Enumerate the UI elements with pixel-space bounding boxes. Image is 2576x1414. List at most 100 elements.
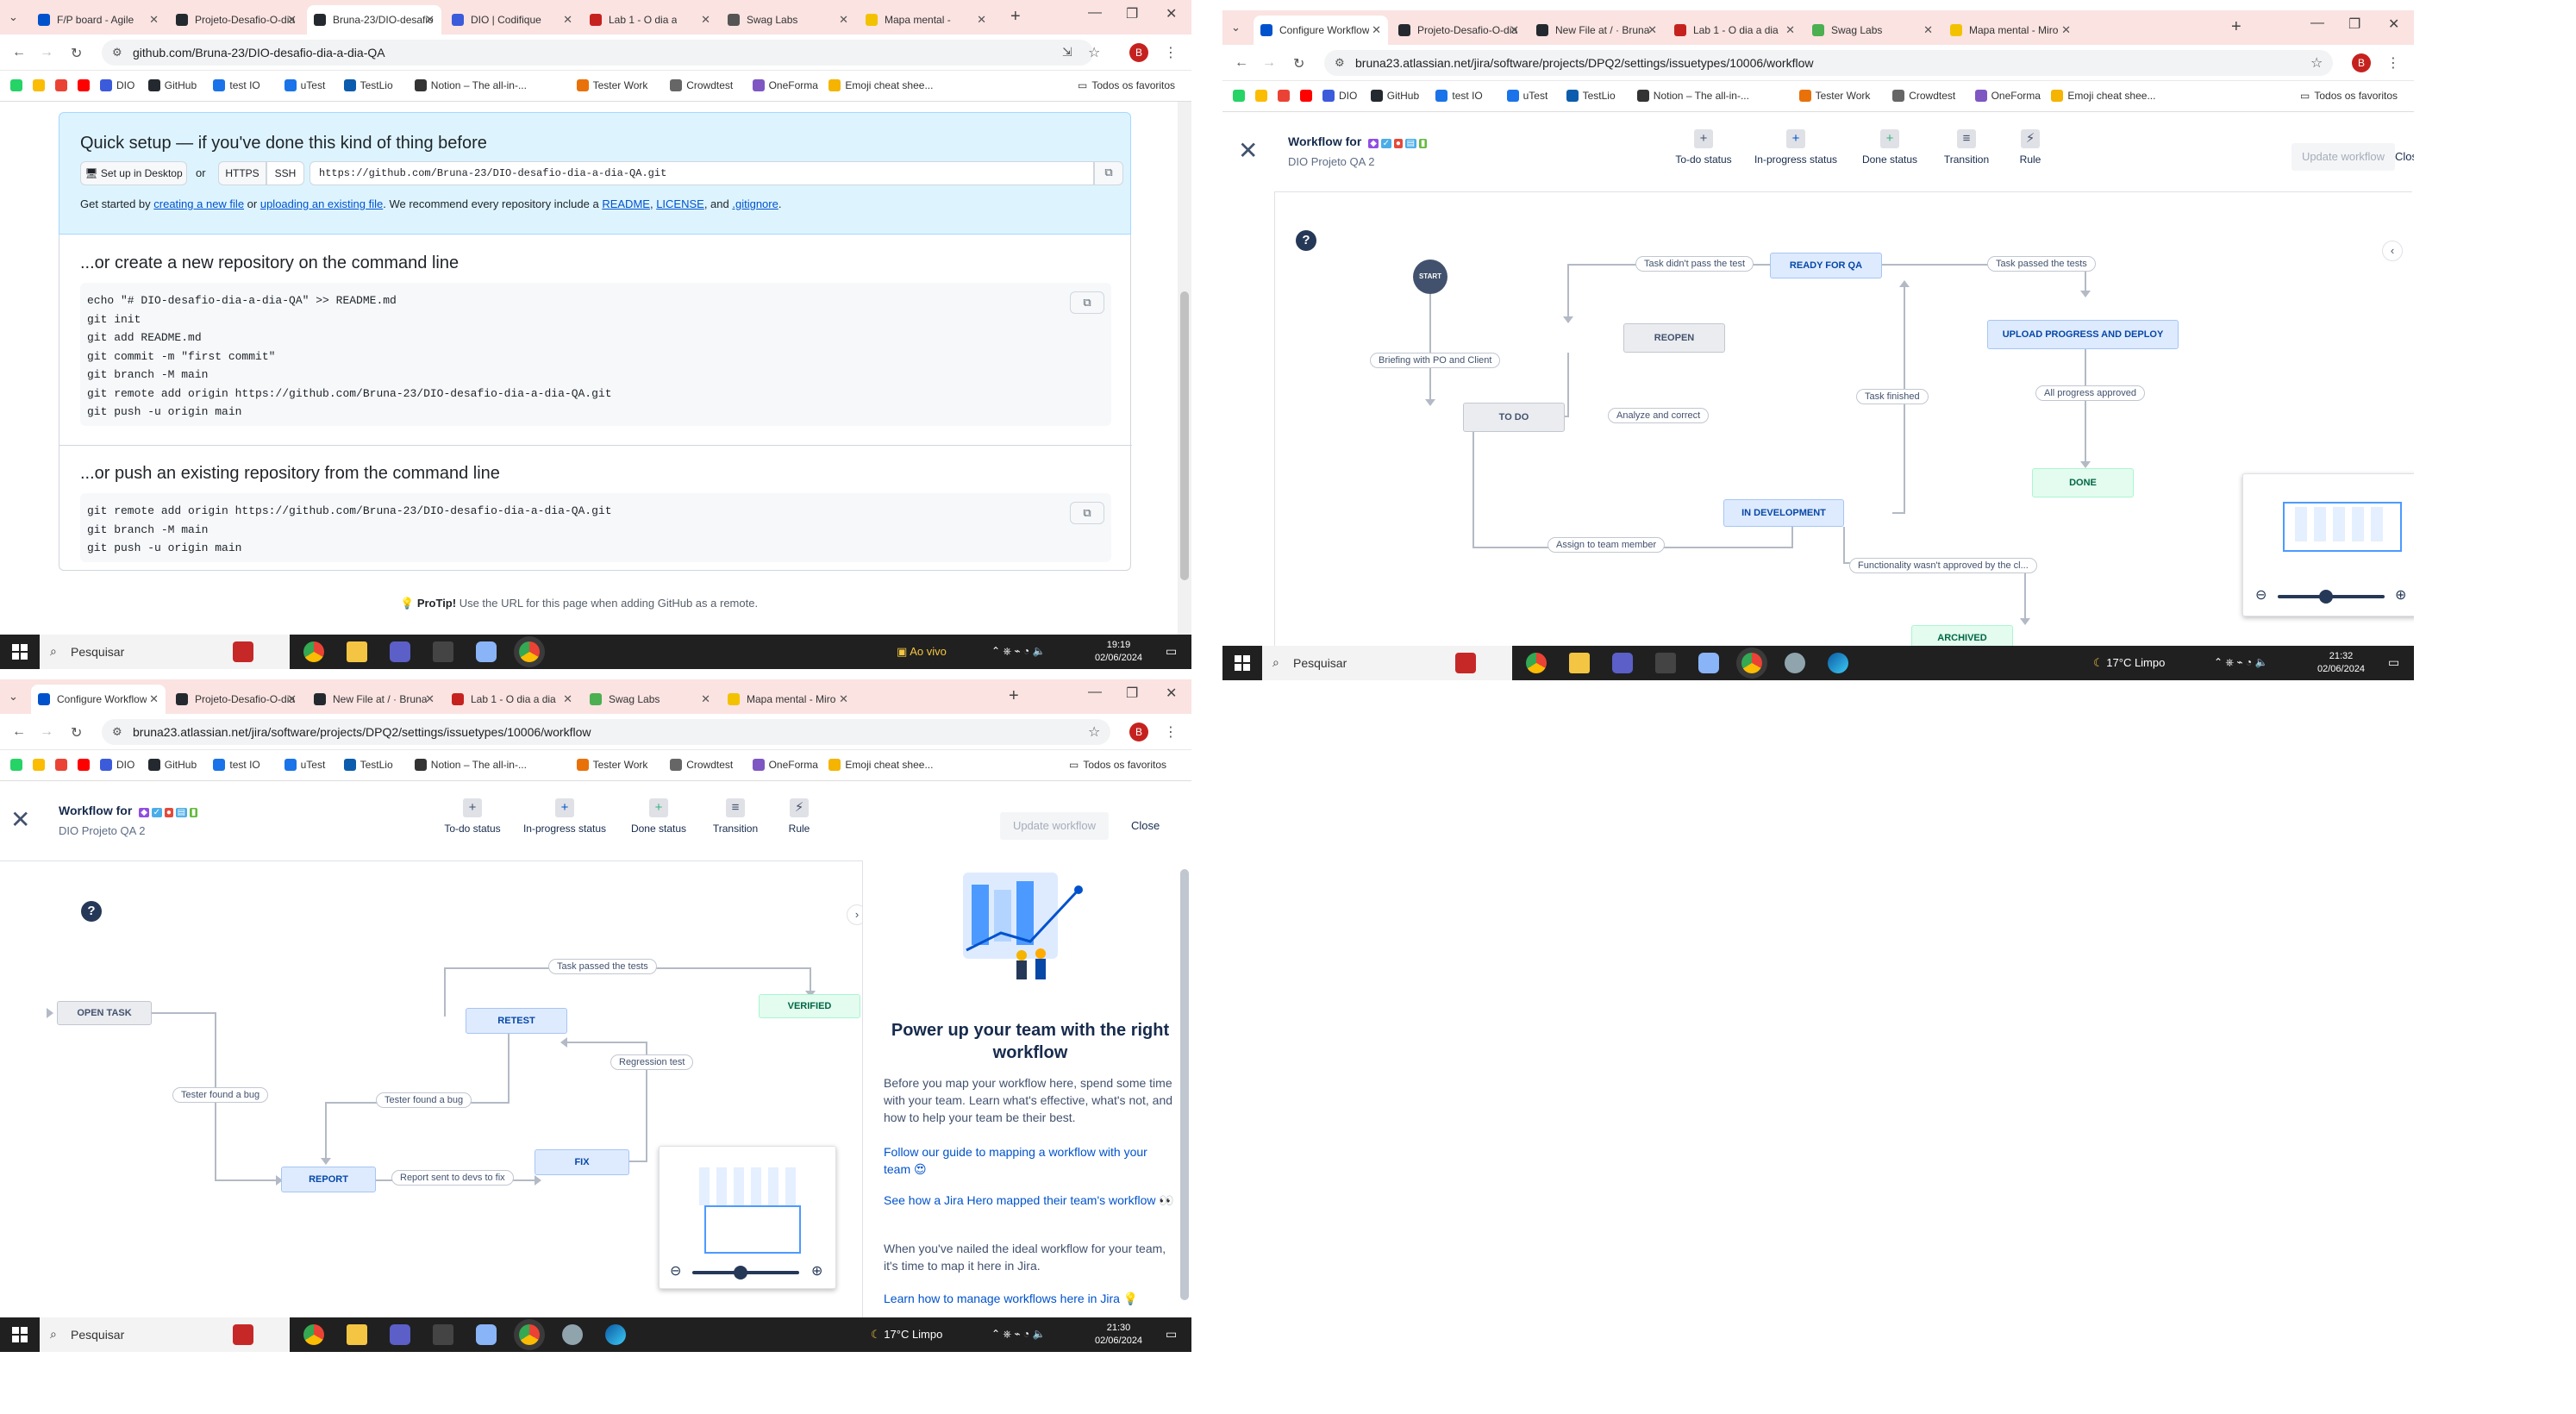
node-upload-progress[interactable]: UPLOAD PROGRESS AND DEPLOY bbox=[1987, 320, 2179, 349]
tray-icons[interactable]: ⌃ ⎈ ⌁ ◔ 🔈 bbox=[991, 1328, 1045, 1341]
zoom-handle[interactable] bbox=[2319, 590, 2333, 604]
close-window-icon[interactable]: ✕ bbox=[2388, 16, 2399, 33]
upload-file-link[interactable]: uploading an existing file bbox=[260, 197, 383, 210]
windows-start-icon[interactable] bbox=[12, 644, 28, 660]
calendar-icon[interactable] bbox=[433, 641, 453, 662]
https-toggle[interactable]: HTTPS bbox=[218, 161, 266, 185]
tab-search-icon[interactable]: ⌄ bbox=[9, 690, 18, 704]
chrome-icon[interactable] bbox=[1526, 653, 1547, 673]
zoom-in-icon[interactable]: ⊕ bbox=[811, 1262, 822, 1279]
gitignore-link[interactable]: .gitignore bbox=[732, 197, 778, 210]
site-info-icon[interactable]: ⚙ bbox=[1335, 56, 1345, 70]
close-button[interactable]: Close bbox=[1131, 819, 1160, 832]
menu-icon[interactable]: ⋮ bbox=[1164, 44, 1178, 61]
tab-0[interactable]: Configure Workflow ✕ bbox=[1254, 16, 1388, 45]
explorer-icon[interactable] bbox=[347, 1324, 367, 1345]
bookmark-11[interactable]: Crowdtest bbox=[670, 759, 733, 771]
bookmark-1[interactable] bbox=[1255, 90, 1272, 102]
reload-icon[interactable]: ↻ bbox=[71, 724, 82, 741]
tab-close-icon[interactable]: ✕ bbox=[425, 13, 435, 27]
close-window-icon[interactable]: ✕ bbox=[1166, 685, 1177, 702]
bookmark-13[interactable]: Emoji cheat shee... bbox=[2051, 90, 2155, 102]
media-icon[interactable] bbox=[1612, 653, 1633, 673]
bookmark-6[interactable]: test IO bbox=[1435, 90, 1483, 102]
tab-3[interactable]: Lab 1 - O dia a dia ✕ bbox=[1667, 16, 1802, 45]
app-icon[interactable] bbox=[562, 1324, 583, 1345]
minimap-viewport[interactable] bbox=[704, 1205, 801, 1254]
node-verified[interactable]: VERIFIED bbox=[759, 994, 860, 1018]
tab-close-icon[interactable]: ✕ bbox=[149, 692, 159, 706]
bookmark-star-icon[interactable]: ☆ bbox=[2310, 54, 2323, 72]
clone-url-field[interactable]: https://github.com/Bruna-23/DIO-desafio-… bbox=[309, 161, 1094, 185]
zoom-in-icon[interactable]: ⊕ bbox=[2395, 586, 2406, 604]
license-link[interactable]: LICENSE bbox=[656, 197, 704, 210]
bookmark-12[interactable]: OneForma bbox=[752, 79, 818, 91]
minimize-icon[interactable]: — bbox=[1088, 5, 1102, 21]
collapse-panel-button[interactable]: ‹ bbox=[2382, 241, 2403, 261]
bookmark-10[interactable]: Tester Work bbox=[1798, 90, 1870, 102]
help-icon[interactable]: ? bbox=[81, 901, 102, 922]
tab-close-icon[interactable]: ✕ bbox=[839, 692, 848, 706]
label-task-finished[interactable]: Task finished bbox=[1856, 389, 1929, 404]
panel-scrollbar[interactable] bbox=[1180, 869, 1189, 1300]
bookmark-7[interactable]: uTest bbox=[1506, 90, 1547, 102]
node-done[interactable]: DONE bbox=[2032, 468, 2134, 497]
node-reopen[interactable]: REOPEN bbox=[1623, 323, 1725, 353]
bookmark-6[interactable]: test IO bbox=[213, 79, 260, 91]
tab-1[interactable]: Projeto-Desafio-O-dia ✕ bbox=[169, 5, 303, 34]
tool-to-do-status[interactable]: + To-do status bbox=[440, 798, 505, 835]
tool-in-progress-status[interactable]: + In-progress status bbox=[1748, 129, 1843, 166]
bookmark-10[interactable]: Tester Work bbox=[576, 759, 647, 771]
copy-push-button[interactable]: ⧉ bbox=[1070, 502, 1104, 524]
bookmark-star-icon[interactable]: ☆ bbox=[1088, 723, 1100, 741]
forward-icon[interactable]: → bbox=[40, 45, 53, 60]
tool-transition[interactable]: ≡ Transition bbox=[705, 798, 766, 835]
clock[interactable]: 19:19 02/06/2024 bbox=[1095, 639, 1142, 665]
bookmark-5[interactable]: GitHub bbox=[147, 759, 197, 771]
tab-close-icon[interactable]: ✕ bbox=[1785, 23, 1795, 37]
tool-in-progress-status[interactable]: + In-progress status bbox=[517, 798, 612, 835]
bookmark-star-icon[interactable]: ☆ bbox=[1088, 44, 1100, 61]
url-field[interactable]: ⚙ bruna23.atlassian.net/jira/software/pr… bbox=[102, 719, 1110, 745]
copy-url-button[interactable]: ⧉ bbox=[1094, 161, 1123, 185]
bookmark-5[interactable]: GitHub bbox=[147, 79, 197, 91]
node-open-task[interactable]: OPEN TASK bbox=[57, 1001, 152, 1025]
menu-icon[interactable]: ⋮ bbox=[2386, 54, 2400, 72]
label-analyze[interactable]: Analyze and correct bbox=[1608, 408, 1710, 423]
chrome-icon[interactable] bbox=[303, 1324, 324, 1345]
tab-3[interactable]: Lab 1 - O dia a dia ✕ bbox=[445, 685, 579, 714]
new-tab-button[interactable]: + bbox=[1009, 686, 1019, 706]
weather[interactable]: ☾ 17°C Limpo bbox=[2093, 656, 2165, 670]
manage-workflows-link[interactable]: Learn how to manage workflows here in Ji… bbox=[884, 1290, 1177, 1307]
tab-close-icon[interactable]: ✕ bbox=[1648, 23, 1657, 37]
profile-avatar[interactable]: B bbox=[1129, 43, 1148, 62]
notification-icon[interactable]: ▭ bbox=[1166, 644, 1177, 659]
label-assign[interactable]: Assign to team member bbox=[1547, 537, 1666, 553]
label-briefing[interactable]: Briefing with PO and Client bbox=[1370, 353, 1501, 368]
node-ready-for-qa[interactable]: READY FOR QA bbox=[1770, 253, 1882, 278]
install-icon[interactable]: ⇲ bbox=[1062, 45, 1072, 59]
chrome-icon[interactable] bbox=[303, 641, 324, 662]
calendar-icon[interactable] bbox=[433, 1324, 453, 1345]
bookmark-3[interactable] bbox=[78, 759, 94, 771]
bookmarks-folder[interactable]: ▭ Todos os favoritos bbox=[2300, 90, 2398, 102]
tool-done-status[interactable]: + Done status bbox=[1855, 129, 1924, 166]
bookmark-4[interactable]: DIO bbox=[100, 759, 134, 771]
clock[interactable]: 21:30 02/06/2024 bbox=[1095, 1322, 1142, 1348]
tab-0[interactable]: Configure Workflow ✕ bbox=[31, 685, 166, 714]
forward-icon[interactable]: → bbox=[40, 724, 53, 740]
tab-close-icon[interactable]: ✕ bbox=[1510, 23, 1519, 37]
tab-close-icon[interactable]: ✕ bbox=[701, 692, 710, 706]
tool-transition[interactable]: ≡ Transition bbox=[1936, 129, 1997, 166]
profile-avatar[interactable]: B bbox=[1129, 723, 1148, 741]
bookmark-13[interactable]: Emoji cheat shee... bbox=[828, 759, 933, 771]
photos-icon[interactable] bbox=[1698, 653, 1719, 673]
tab-5[interactable]: Swag Labs ✕ bbox=[721, 5, 855, 34]
tab-2[interactable]: New File at / · Bruna ✕ bbox=[1529, 16, 1664, 45]
label-didnt-pass[interactable]: Task didn't pass the test bbox=[1635, 256, 1754, 272]
close-window-icon[interactable]: ✕ bbox=[1166, 5, 1177, 22]
profile-avatar[interactable]: B bbox=[2352, 53, 2371, 72]
url-field[interactable]: ⚙ bruna23.atlassian.net/jira/software/pr… bbox=[1324, 50, 2333, 76]
minimize-icon[interactable]: — bbox=[2310, 16, 2324, 31]
zoom-out-icon[interactable]: ⊖ bbox=[670, 1262, 681, 1279]
